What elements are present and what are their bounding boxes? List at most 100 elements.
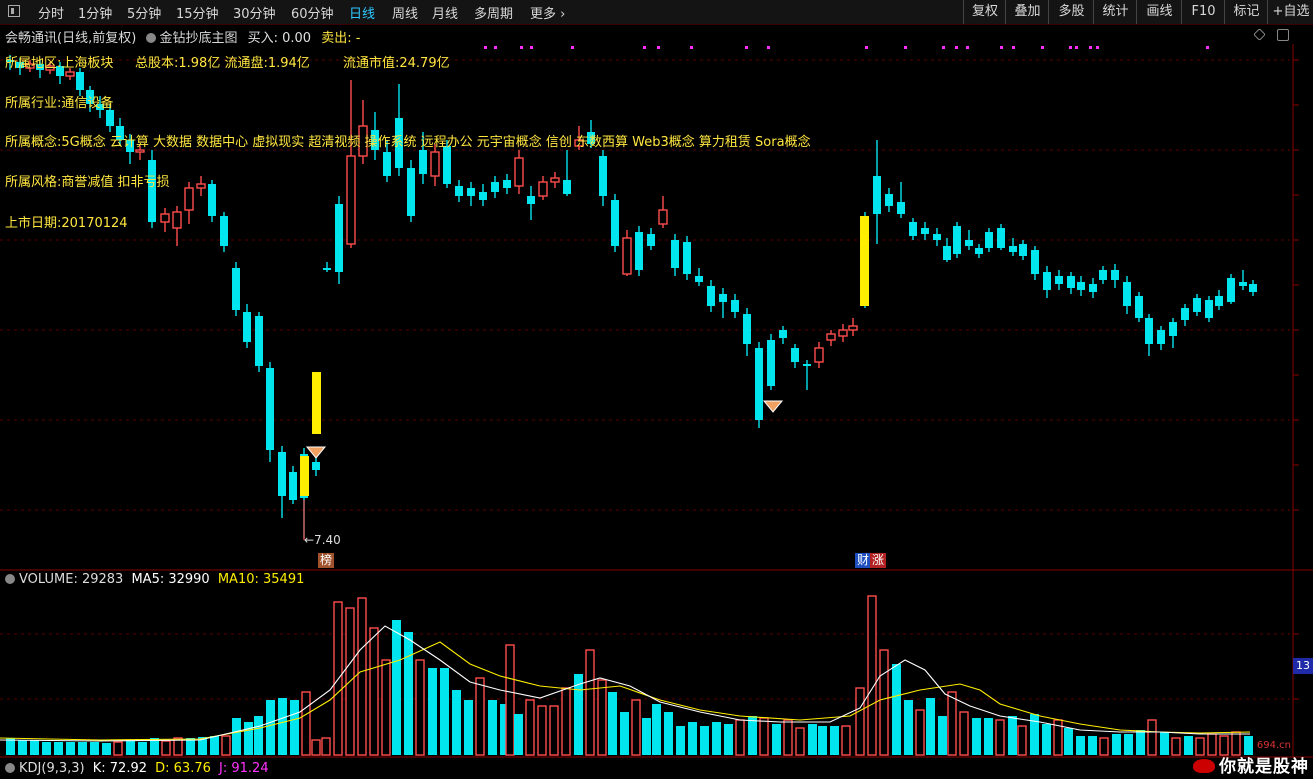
period-tab-8[interactable]: 月线 — [432, 3, 458, 22]
volume-bar — [428, 668, 437, 755]
volume-collapse-icon[interactable] — [5, 574, 15, 584]
candle-body — [514, 157, 524, 187]
period-tab-7[interactable]: 周线 — [392, 3, 418, 22]
candle-body — [135, 149, 145, 153]
candle-body — [323, 268, 331, 270]
candle-body — [1043, 272, 1051, 290]
candle-body — [658, 209, 668, 225]
volume-bar — [759, 717, 769, 756]
signal-dot — [865, 46, 868, 49]
candle-body — [1009, 246, 1017, 252]
toolbar-button-4[interactable]: 画线 — [1136, 0, 1182, 24]
volume-bar — [221, 735, 231, 756]
candle-body — [172, 211, 182, 229]
volume-bar — [1008, 716, 1017, 755]
volume-bar — [1088, 736, 1097, 755]
marker-cai[interactable]: 财 — [855, 553, 872, 568]
candle-body — [467, 188, 475, 196]
toolbar-button-2[interactable]: 多股 — [1048, 0, 1094, 24]
candle-body — [1181, 308, 1189, 320]
volume-bar — [938, 716, 947, 755]
share-capital-info: 总股本:1.98亿 流通盘:1.94亿 — [135, 56, 310, 71]
period-tab-6[interactable]: 日线 — [349, 3, 375, 22]
period-tab-9[interactable]: 多周期 — [474, 3, 513, 22]
volume-bar — [54, 742, 63, 755]
candle-body — [65, 71, 75, 77]
period-tab-4[interactable]: 30分钟 — [233, 3, 276, 22]
volume-bar — [30, 740, 39, 755]
volume-bar — [78, 742, 87, 755]
kdj-k-value: K: 72.92 — [92, 761, 147, 776]
signal-dot — [942, 46, 945, 49]
volume-bar — [464, 700, 473, 755]
volume-bar — [915, 709, 925, 756]
toolbar-button-5[interactable]: F10 — [1181, 0, 1225, 24]
candle-body — [1205, 300, 1213, 318]
candle-body — [803, 364, 811, 366]
volume-bar — [959, 711, 969, 756]
volume-bar — [855, 687, 865, 756]
toolbar-button-0[interactable]: 复权 — [963, 0, 1006, 24]
candle-body — [848, 325, 858, 331]
kdj-collapse-icon[interactable] — [5, 763, 15, 773]
candle-body — [1111, 270, 1119, 280]
candle-body — [909, 222, 917, 236]
toolbar-button-6[interactable]: 标记 — [1224, 0, 1268, 24]
period-tab-5[interactable]: 60分钟 — [291, 3, 334, 22]
kdj-label: KDJ(9,3,3) — [19, 761, 85, 776]
candle-body — [383, 152, 391, 176]
period-tab-10[interactable]: 更多 › — [530, 3, 565, 22]
candle-body — [1249, 284, 1257, 292]
volume-bar — [926, 698, 935, 755]
volume-bar — [984, 718, 993, 755]
candle-body — [1031, 250, 1039, 274]
period-tab-0[interactable]: 分时 — [38, 3, 64, 22]
volume-bar — [369, 627, 379, 756]
candle-body — [1099, 270, 1107, 280]
candle-body — [814, 347, 824, 363]
candle-body — [266, 368, 274, 450]
period-tab-3[interactable]: 15分钟 — [176, 3, 219, 22]
volume-bar — [724, 724, 733, 755]
toolbar-button-3[interactable]: 统计 — [1093, 0, 1137, 24]
candle-body — [232, 268, 240, 310]
toolbar-button-1[interactable]: 叠加 — [1005, 0, 1049, 24]
candle-body — [148, 160, 156, 222]
candle-body — [943, 246, 951, 260]
volume-bar — [841, 725, 851, 756]
volume-bar — [597, 679, 607, 756]
volume-bar — [700, 726, 709, 755]
volume-bar — [1112, 734, 1121, 755]
signal-dots — [484, 46, 1209, 49]
candle-body — [921, 228, 929, 234]
volume-bar — [549, 705, 559, 756]
panel-toggle-icon[interactable] — [8, 5, 20, 17]
volume-bar — [66, 742, 75, 755]
period-tab-2[interactable]: 5分钟 — [127, 3, 161, 22]
marker-bang[interactable]: 榜 — [318, 553, 335, 568]
candle-body — [985, 232, 993, 248]
volume-bar — [537, 705, 547, 756]
volume-bar — [620, 712, 629, 755]
period-tab-1[interactable]: 1分钟 — [78, 3, 112, 22]
volume-bar — [488, 700, 497, 755]
signal-dot — [657, 46, 660, 49]
signal-dot — [1075, 46, 1078, 49]
signal-dot — [1069, 46, 1072, 49]
candle-body — [76, 72, 84, 90]
volume-bar — [748, 716, 757, 755]
marker-zhang[interactable]: 涨 — [870, 553, 887, 568]
ma10-value: MA10: 35491 — [217, 572, 305, 587]
volume-bar — [113, 741, 123, 756]
volume-bar — [585, 649, 595, 756]
toolbar-button-7[interactable]: +自选 — [1267, 0, 1313, 24]
signal-dot — [1000, 46, 1003, 49]
candle-body — [419, 150, 427, 174]
volume-value: VOLUME: 29283 — [19, 572, 124, 587]
candle-body — [767, 340, 775, 386]
volume-bar — [712, 722, 721, 755]
candle-body — [563, 180, 571, 194]
candle-body — [346, 155, 356, 245]
signal-dot — [1206, 46, 1209, 49]
signal-dot — [690, 46, 693, 49]
